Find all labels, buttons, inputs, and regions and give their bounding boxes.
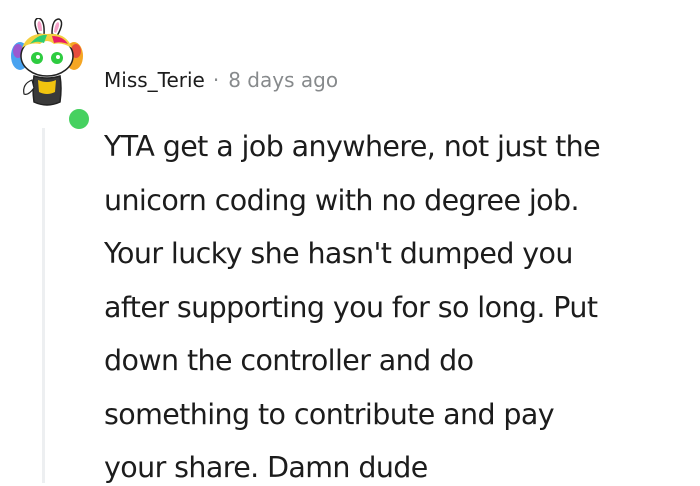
comment-meta: Miss_Terie · 8 days ago <box>104 63 338 97</box>
comment-body-line: unicorn coding with no degree job. <box>104 183 580 217</box>
comment-body: YTA get a job anywhere, not just the uni… <box>104 120 694 486</box>
comment-body-line: something to contribute and pay <box>104 397 555 431</box>
comment-body-line: down the controller and do <box>104 344 474 377</box>
comment: Miss_Terie · 8 days ago YTA get a job an… <box>0 0 700 486</box>
meta-separator: · <box>212 68 220 92</box>
online-status-indicator <box>66 106 92 132</box>
comment-body-line: Your lucky she hasn't dumped you <box>104 237 573 270</box>
snoo-avatar-icon <box>11 17 83 106</box>
comment-body-line: your share. Damn dude <box>104 451 428 484</box>
username-link[interactable]: Miss_Terie <box>104 68 205 92</box>
user-avatar[interactable] <box>8 17 92 132</box>
comment-body-line: after supporting you for so long. Put <box>104 290 598 324</box>
comment-timestamp[interactable]: 8 days ago <box>228 68 338 92</box>
comment-body-line: YTA get a job anywhere, not just the <box>104 130 601 163</box>
thread-line[interactable] <box>42 128 45 483</box>
